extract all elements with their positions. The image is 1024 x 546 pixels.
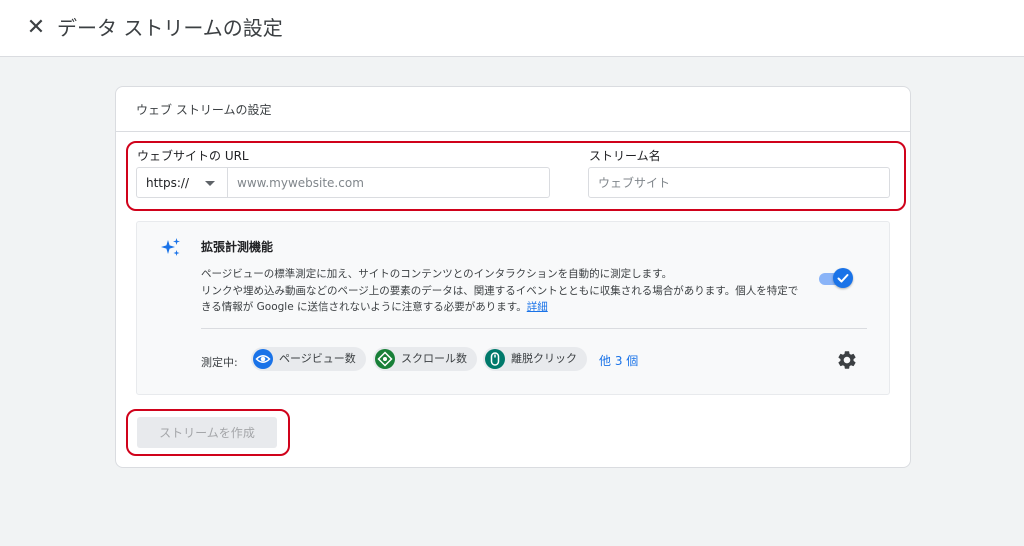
chip-label: スクロール数 xyxy=(401,352,467,365)
enhanced-measurement-description: ページビューの標準測定に加え、サイトのコンテンツとのインタラクションを自動的に測… xyxy=(201,266,821,316)
chip-outbound-clicks: 離脱クリック xyxy=(483,347,587,371)
mouse-icon xyxy=(485,349,505,369)
website-url-field: https:// xyxy=(136,167,550,198)
check-icon xyxy=(837,274,849,283)
chip-label: 離脱クリック xyxy=(511,352,577,365)
card-header: ウェブ ストリームの設定 xyxy=(116,87,910,132)
close-icon[interactable]: ✕ xyxy=(22,14,50,42)
details-link[interactable]: 詳細 xyxy=(527,301,548,313)
measuring-label: 測定中: xyxy=(201,356,238,369)
enhanced-measurement-title: 拡張計測機能 xyxy=(201,240,274,254)
eye-icon xyxy=(253,349,273,369)
web-stream-settings-card: ウェブ ストリームの設定 ウェブサイトの URL ストリーム名 https://… xyxy=(115,86,911,468)
chip-scrolls: スクロール数 xyxy=(373,347,477,371)
chip-page-views: ページビュー数 xyxy=(251,347,366,371)
toggle-knob xyxy=(833,268,853,288)
enhanced-measurement-panel: 拡張計測機能 ページビューの標準測定に加え、サイトのコンテンツとのインタラクショ… xyxy=(136,221,890,395)
description-line-1: ページビューの標準測定に加え、サイトのコンテンツとのインタラクションを自動的に測… xyxy=(201,268,673,280)
top-bar: ✕ データ ストリームの設定 xyxy=(0,0,1024,57)
website-url-input[interactable] xyxy=(229,168,549,197)
stream-name-input[interactable] xyxy=(588,167,890,198)
divider xyxy=(201,328,867,329)
card-title: ウェブ ストリームの設定 xyxy=(136,103,272,117)
create-stream-button[interactable]: ストリームを作成 xyxy=(137,417,277,448)
chevron-down-icon xyxy=(205,181,215,186)
description-line-2: リンクや埋め込み動画などのページ上の要素のデータは、関連するイベントとともに収集… xyxy=(201,284,799,297)
chip-label: ページビュー数 xyxy=(279,352,356,365)
gear-icon[interactable] xyxy=(836,349,858,371)
website-url-label: ウェブサイトの URL xyxy=(137,149,249,163)
enhanced-measurement-toggle[interactable] xyxy=(819,268,853,288)
sparkle-icon xyxy=(161,238,180,256)
more-events-link[interactable]: 他 3 個 xyxy=(599,352,638,369)
description-line-3: きる情報が Google に送信されないように注意する必要があります。 xyxy=(201,301,527,313)
stream-name-label: ストリーム名 xyxy=(589,149,661,163)
scroll-target-icon xyxy=(375,349,395,369)
protocol-select[interactable]: https:// xyxy=(137,168,228,197)
protocol-value: https:// xyxy=(146,176,190,190)
page-title: データ ストリームの設定 xyxy=(57,16,283,40)
